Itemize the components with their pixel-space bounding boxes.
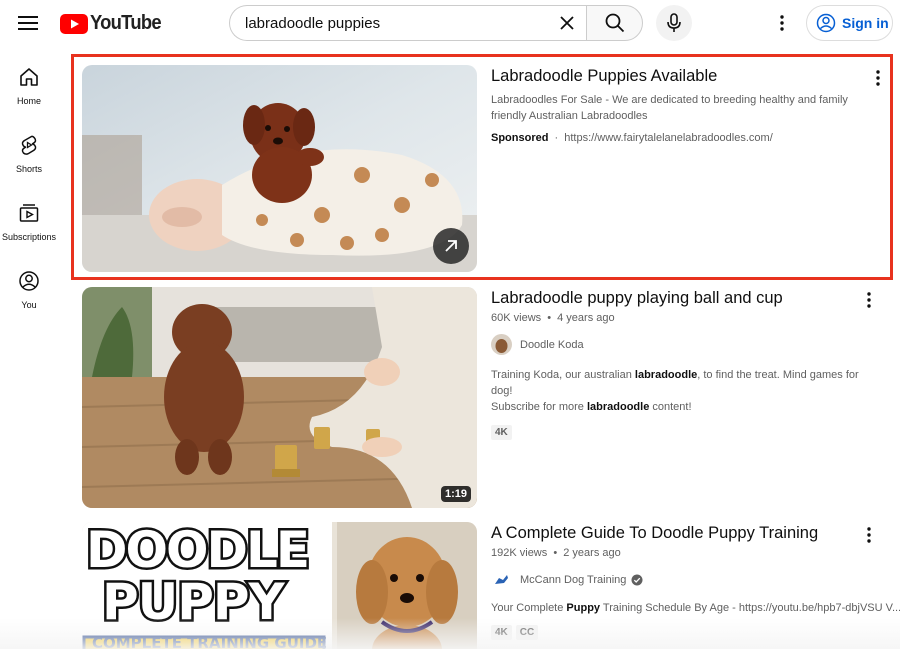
sign-in-button[interactable]: Sign in: [806, 5, 893, 41]
thumbnail-headline-line: PUPPY: [100, 573, 288, 631]
sidebar-item-shorts[interactable]: Shorts: [0, 124, 58, 192]
more-vertical-icon: [780, 15, 784, 31]
top-bar: YouTube Sign in: [0, 0, 900, 46]
youtube-play-icon: [60, 13, 88, 34]
video-result[interactable]: DOODLE PUPPY COMPLETE TRAINING GUIDE A C…: [82, 522, 900, 649]
search-input[interactable]: [245, 14, 545, 32]
voice-search-button[interactable]: [656, 5, 692, 41]
desc-keyword: Puppy: [566, 602, 601, 614]
quality-badge: 4K: [491, 625, 512, 640]
video-info: A Complete Guide To Doodle Puppy Trainin…: [491, 522, 900, 640]
close-icon: [560, 16, 574, 30]
channel-row[interactable]: Doodle Koda: [491, 334, 866, 355]
clear-search-button[interactable]: [553, 9, 581, 37]
avatar[interactable]: [491, 334, 512, 355]
result-menu-button[interactable]: [859, 289, 879, 311]
captions-badge: CC: [515, 625, 539, 640]
home-icon: [20, 68, 38, 86]
subscriptions-icon: [19, 204, 39, 222]
video-duration: 1:19: [440, 486, 471, 502]
desc-text: content!: [649, 401, 692, 413]
microphone-icon: [667, 13, 681, 32]
search-button[interactable]: [586, 5, 643, 41]
video-description-line: Training Koda, our australian labradoodl…: [491, 367, 866, 399]
video-description: Your Complete Puppy Training Schedule By…: [491, 600, 900, 616]
highlight-box: [71, 54, 893, 280]
hamburger-icon: [18, 16, 38, 30]
sidebar-item-label: Subscriptions: [1, 232, 57, 242]
video-thumbnail[interactable]: 1:19: [82, 287, 477, 508]
desc-keyword: labradoodle: [634, 369, 698, 381]
desc-keyword: labradoodle: [586, 401, 650, 413]
video-result[interactable]: 1:19 Labradoodle puppy playing ball and …: [82, 287, 892, 508]
badge-row: 4K: [491, 422, 866, 440]
desc-text: Your Complete: [491, 602, 567, 614]
channel-name[interactable]: Doodle Koda: [520, 339, 584, 351]
desc-text: Subscribe for more: [491, 401, 587, 413]
sidebar-item-label: You: [21, 300, 37, 310]
video-thumbnail-image: [82, 287, 477, 508]
logo-text: YouTube: [90, 12, 162, 34]
channel-name[interactable]: McCann Dog Training: [520, 574, 626, 586]
video-title[interactable]: Labradoodle puppy playing ball and cup: [491, 287, 866, 309]
search-box[interactable]: [229, 5, 587, 41]
video-info: Labradoodle puppy playing ball and cup 6…: [491, 287, 866, 440]
video-meta: 192K views • 2 years ago: [491, 547, 866, 559]
channel-row[interactable]: McCann Dog Training: [491, 569, 866, 590]
search-icon: [605, 13, 624, 33]
thumbnail-subheadline: COMPLETE TRAINING GUIDE: [92, 634, 328, 649]
result-menu-button[interactable]: [859, 524, 879, 546]
video-description: Training Koda, our australian labradoodl…: [491, 367, 866, 415]
avatar[interactable]: [491, 569, 512, 590]
more-vertical-icon: [867, 527, 871, 543]
account-circle-icon: [816, 13, 836, 33]
menu-button[interactable]: [14, 9, 42, 37]
thumbnail-headline-line: DOODLE: [84, 522, 313, 579]
view-count: 60K views: [491, 312, 542, 324]
desc-text: Training Koda, our australian: [491, 369, 635, 381]
sidebar-item-subscriptions[interactable]: Subscriptions: [0, 192, 58, 260]
verified-icon: [631, 574, 643, 585]
user-icon: [19, 271, 39, 291]
youtube-logo[interactable]: YouTube: [60, 12, 167, 35]
upload-age: 2 years ago: [563, 547, 621, 559]
view-count: 192K views: [491, 547, 548, 559]
sign-in-label: Sign in: [842, 15, 889, 31]
badge-row: 4K CC: [491, 622, 866, 640]
video-title[interactable]: A Complete Guide To Doodle Puppy Trainin…: [491, 522, 866, 544]
shorts-icon: [21, 135, 37, 155]
quality-badge: 4K: [491, 425, 512, 440]
sidebar: Home Shorts Subscriptions You: [0, 56, 58, 328]
sidebar-item-home[interactable]: Home: [0, 56, 58, 124]
desc-text: Training Schedule By Age - https://youtu…: [600, 602, 900, 614]
video-description-line: Subscribe for more labradoodle content!: [491, 399, 866, 415]
video-thumbnail[interactable]: DOODLE PUPPY COMPLETE TRAINING GUIDE: [82, 522, 477, 649]
sidebar-item-you[interactable]: You: [0, 260, 58, 328]
settings-menu-button[interactable]: [768, 9, 796, 37]
video-meta: 60K views • 4 years ago: [491, 312, 866, 324]
separator: •: [547, 312, 552, 324]
thumbnail-headline: DOODLE PUPPY COMPLETE TRAINING GUIDE: [84, 522, 336, 649]
more-vertical-icon: [867, 292, 871, 308]
sidebar-item-label: Home: [16, 96, 41, 106]
sidebar-item-label: Shorts: [15, 164, 42, 174]
separator: •: [553, 547, 558, 559]
upload-age: 4 years ago: [557, 312, 615, 324]
